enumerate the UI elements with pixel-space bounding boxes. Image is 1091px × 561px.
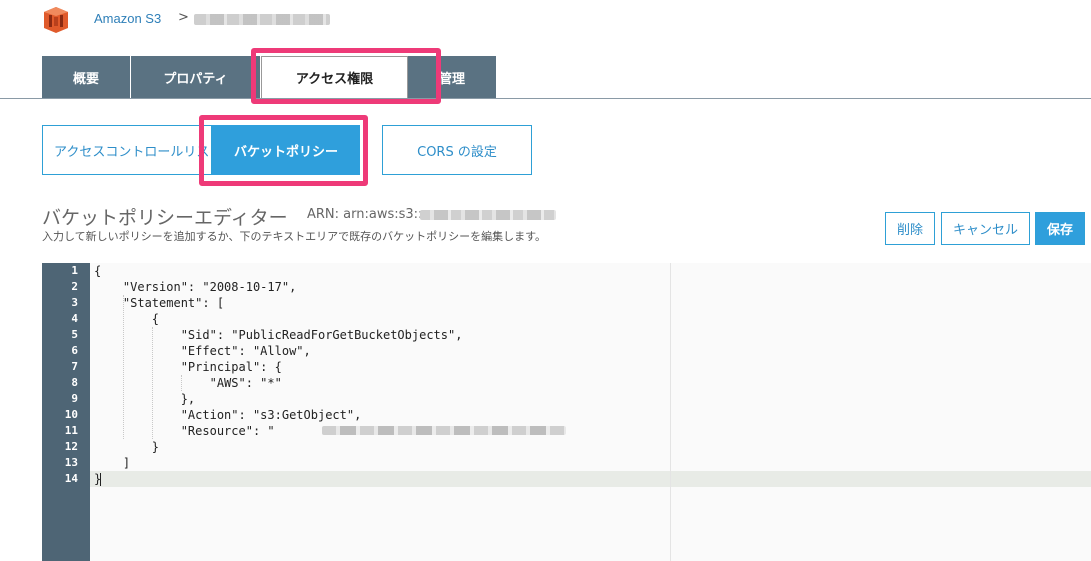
code-line: { bbox=[94, 264, 102, 278]
arn-label: ARN: arn:aws:s3:: bbox=[307, 207, 423, 222]
line-number: 7 bbox=[71, 360, 78, 373]
code-line: "Principal": { bbox=[94, 360, 282, 374]
code-line: "Version": "2008-10-17", bbox=[94, 280, 297, 294]
line-number: 12 bbox=[64, 440, 78, 453]
line-number: 3 bbox=[71, 296, 78, 309]
editor-title: バケットポリシーエディター bbox=[42, 207, 288, 229]
code-line: "Statement": [ bbox=[94, 296, 225, 310]
text-cursor bbox=[100, 473, 101, 486]
tab-properties[interactable]: プロパティ bbox=[131, 56, 261, 98]
code-text-area[interactable]: { "Version": "2008-10-17", "Statement": … bbox=[90, 263, 1091, 561]
cancel-button[interactable]: キャンセル bbox=[941, 212, 1030, 245]
tabbar-divider bbox=[0, 98, 1091, 99]
code-line: "Resource": " bbox=[94, 424, 275, 438]
s3-console-page: Amazon S3 > 概要 プロパティ アクセス権限 管理 アクセスコントロー… bbox=[0, 0, 1091, 561]
line-number: 6 bbox=[71, 344, 78, 357]
code-line: "Action": "s3:GetObject", bbox=[94, 408, 362, 422]
print-margin bbox=[670, 263, 671, 561]
line-number: 2 bbox=[71, 280, 78, 293]
code-line: } bbox=[94, 440, 160, 454]
breadcrumb: Amazon S3 > bbox=[0, 0, 1091, 40]
amazon-s3-logo-icon[interactable] bbox=[42, 6, 70, 34]
code-line: "Effect": "Allow", bbox=[94, 344, 311, 358]
subtab-cors[interactable]: CORS の設定 bbox=[382, 125, 532, 175]
line-number-gutter: 1 2 3 4 5 6 7 8 9 10 11 12 13 14 bbox=[42, 263, 90, 561]
save-button[interactable]: 保存 bbox=[1035, 212, 1085, 245]
delete-button[interactable]: 削除 bbox=[885, 212, 935, 245]
line-number: 13 bbox=[64, 456, 78, 469]
code-line: { bbox=[94, 312, 160, 326]
breadcrumb-s3-link[interactable]: Amazon S3 bbox=[94, 11, 161, 26]
arn-value-redacted bbox=[420, 210, 556, 220]
breadcrumb-bucket-name-redacted[interactable] bbox=[194, 14, 330, 25]
line-number: 8 bbox=[71, 376, 78, 389]
active-line-highlight bbox=[90, 471, 1091, 487]
line-number: 11 bbox=[64, 424, 78, 437]
code-line: ] bbox=[94, 456, 131, 470]
line-number: 9 bbox=[71, 392, 78, 405]
policy-code-editor[interactable]: 1 2 3 4 5 6 7 8 9 10 11 12 13 14 { "Vers… bbox=[42, 263, 1091, 561]
code-line: "AWS": "*" bbox=[94, 376, 282, 390]
highlight-box-permissions-tab bbox=[251, 48, 441, 104]
subtab-acl[interactable]: アクセスコントロールリスト bbox=[42, 125, 212, 175]
tab-overview[interactable]: 概要 bbox=[42, 56, 131, 98]
line-number: 4 bbox=[71, 312, 78, 325]
line-number: 10 bbox=[64, 408, 78, 421]
code-line: }, bbox=[94, 392, 196, 406]
breadcrumb-separator-icon: > bbox=[178, 10, 189, 25]
line-number: 14 bbox=[64, 472, 78, 485]
editor-description: 入力して新しいポリシーを追加するか、下のテキストエリアで既存のバケットポリシーを… bbox=[42, 230, 547, 243]
line-number: 5 bbox=[71, 328, 78, 341]
line-number: 1 bbox=[71, 264, 78, 277]
code-line: "Sid": "PublicReadForGetBucketObjects", bbox=[94, 328, 463, 342]
highlight-box-bucket-policy bbox=[199, 115, 368, 186]
resource-value-redacted bbox=[322, 426, 566, 435]
